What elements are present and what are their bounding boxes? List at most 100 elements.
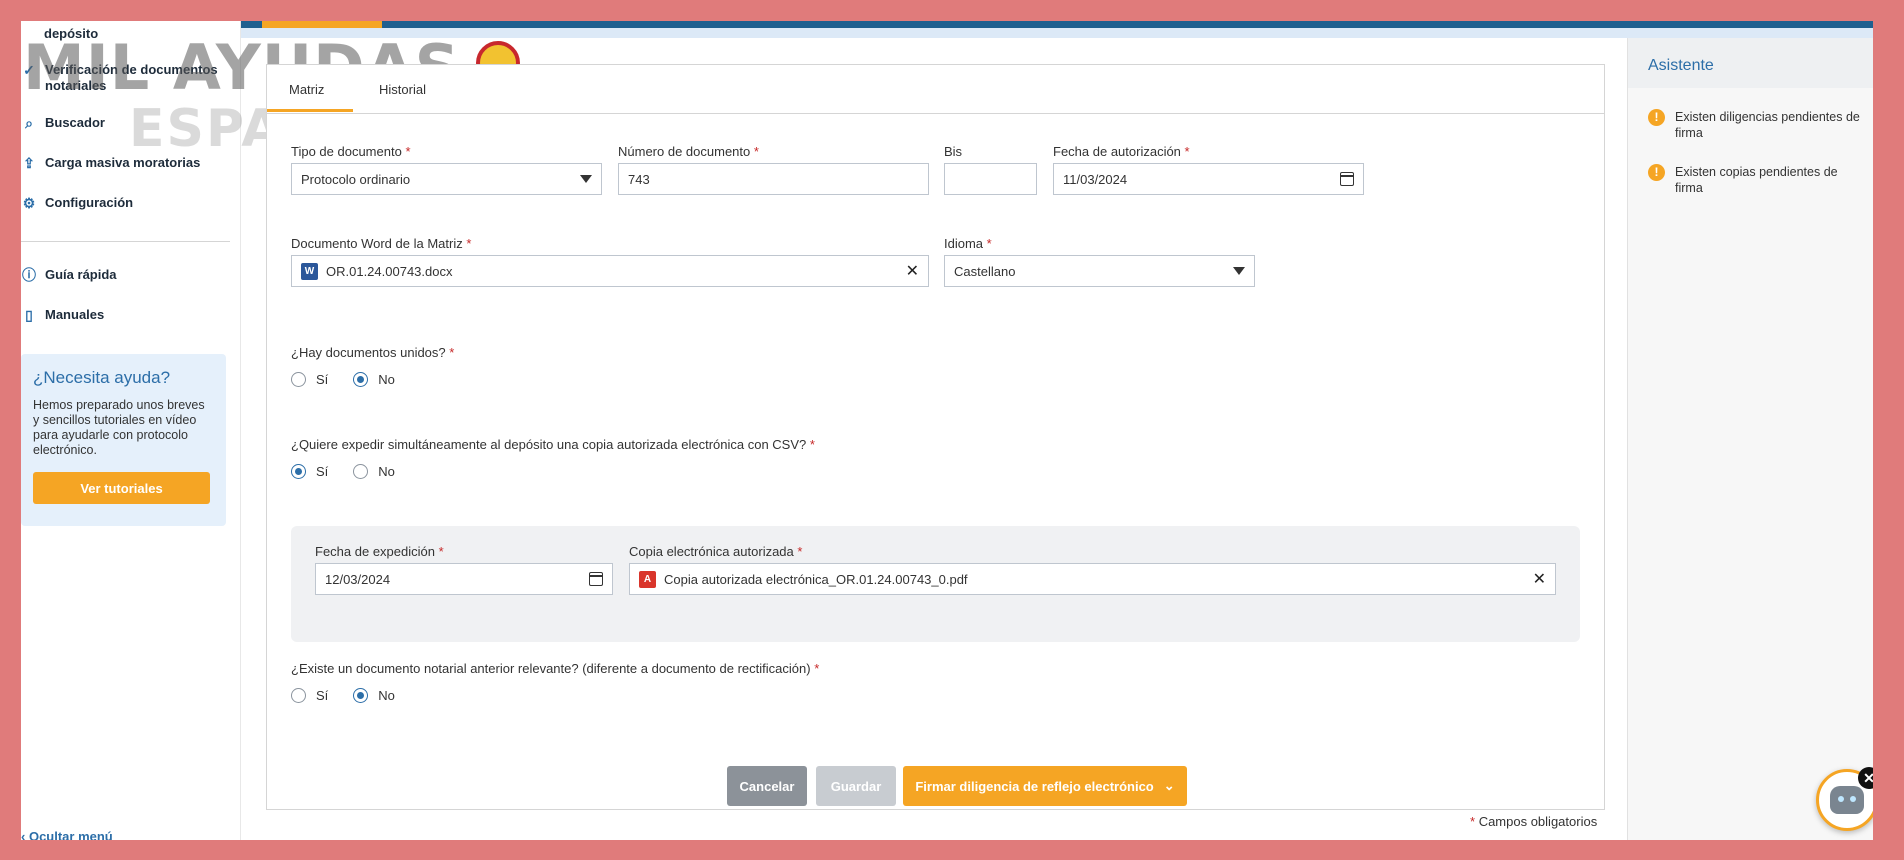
save-button[interactable]: Guardar (816, 766, 896, 806)
documento-anterior-radio-group: Sí No (291, 688, 420, 703)
bis-label: Bis (944, 144, 963, 159)
numero-documento-label: Número de documento * (618, 144, 759, 159)
robot-icon (1830, 786, 1864, 814)
close-icon[interactable]: ✕ (1533, 569, 1546, 589)
required-mark: * (814, 661, 820, 676)
radio-button[interactable] (291, 464, 306, 479)
copia-csv-label: ¿Quiere expedir simultáneamente al depós… (291, 437, 815, 452)
sidebar-item-verificacion[interactable]: ✓ Verificación de documentos notariales (21, 62, 225, 94)
label-text: Número de documento (618, 144, 751, 159)
required-fields-note: * Campos obligatorios (1470, 814, 1597, 829)
sidebar-item-guia-rapida[interactable]: ⓘ Guía rápida (21, 267, 117, 283)
radio-option-no[interactable]: No (353, 372, 395, 387)
help-text: Hemos preparado unos breves y sencillos … (33, 398, 205, 457)
top-nav-active-indicator (262, 21, 382, 28)
copia-csv-radio-group: Sí No (291, 464, 420, 479)
search-icon: ⌕ (25, 115, 33, 131)
radio-option-si[interactable]: Sí (291, 372, 328, 387)
radio-option-si[interactable]: Sí (291, 464, 328, 479)
radio-button[interactable] (353, 464, 369, 479)
tab-historial[interactable]: Historial (379, 82, 426, 97)
caret-down-icon (580, 175, 592, 183)
sidebar: depósito ✓ Verificación de documentos no… (21, 21, 241, 840)
sidebar-item-configuracion[interactable]: ⚙ Configuración (21, 195, 133, 211)
cancel-button[interactable]: Cancelar (727, 766, 807, 806)
sidebar-item-label: Configuración (45, 195, 134, 210)
radio-option-no[interactable]: No (353, 688, 395, 703)
radio-button[interactable] (353, 688, 369, 703)
required-mark: * (809, 437, 815, 452)
label-text: ¿Existe un documento notarial anterior r… (291, 661, 811, 676)
radio-label: Sí (316, 688, 329, 703)
app-window: depósito ✓ Verificación de documentos no… (21, 21, 1873, 840)
calendar-icon[interactable] (589, 572, 603, 586)
active-tab-indicator (267, 109, 353, 112)
documento-word-file[interactable]: W OR.01.24.00743.docx ✕ (291, 255, 929, 287)
required-mark: * (405, 144, 411, 159)
radio-button[interactable] (291, 688, 306, 703)
warning-icon: ! (1648, 109, 1665, 126)
required-mark: * (797, 544, 803, 559)
label-text: Fecha de expedición (315, 544, 435, 559)
upload-icon: ⇪ (23, 155, 35, 171)
radio-label: No (378, 372, 395, 387)
fecha-autorizacion-input[interactable]: 11/03/2024 (1053, 163, 1364, 195)
documento-word-label: Documento Word de la Matriz * (291, 236, 471, 251)
assistant-warning[interactable]: ! Existen copias pendientes de firma (1648, 164, 1863, 196)
assistant-warning[interactable]: ! Existen diligencias pendientes de firm… (1648, 109, 1863, 141)
tipo-documento-label: Tipo de documento * (291, 144, 411, 159)
numero-documento-input[interactable]: 743 (618, 163, 929, 195)
hide-menu-link[interactable]: ‹ Ocultar menú (21, 829, 113, 840)
required-mark: * (986, 236, 992, 251)
close-icon[interactable]: ✕ (906, 261, 919, 281)
tab-matriz[interactable]: Matriz (289, 82, 324, 97)
sign-button[interactable]: Firmar diligencia de reflejo electrónico… (903, 766, 1187, 806)
radio-label: Sí (316, 372, 329, 387)
sidebar-item-deposito[interactable]: depósito (44, 26, 98, 41)
tipo-documento-select[interactable]: Protocolo ordinario (291, 163, 602, 195)
warning-text: Existen copias pendientes de firma (1675, 165, 1838, 195)
fecha-expedicion-input[interactable]: 12/03/2024 (315, 563, 613, 595)
file-name: Copia autorizada electrónica_OR.01.24.00… (664, 571, 968, 587)
required-mark: * (449, 345, 455, 360)
help-card: ¿Necesita ayuda? Hemos preparado unos br… (21, 354, 226, 526)
main-panel: Matriz Historial Tipo de documento * Pro… (266, 64, 1605, 810)
bis-input[interactable] (944, 163, 1037, 195)
word-file-icon: W (301, 262, 318, 280)
sidebar-item-carga-masiva[interactable]: ⇪ Carga masiva moratorias (21, 155, 200, 171)
chevron-down-icon: ⌄ (1163, 778, 1175, 793)
input-value: 11/03/2024 (1063, 171, 1128, 187)
caret-down-icon (1233, 267, 1245, 275)
radio-option-si[interactable]: Sí (291, 688, 328, 703)
label-text: Copia electrónica autorizada (629, 544, 794, 559)
documento-anterior-label: ¿Existe un documento notarial anterior r… (291, 661, 819, 676)
idioma-select[interactable]: Castellano (944, 255, 1255, 287)
radio-label: No (378, 688, 395, 703)
required-mark: * (466, 236, 472, 251)
sidebar-item-label: Buscador (45, 115, 105, 130)
radio-button[interactable] (291, 372, 306, 387)
documentos-unidos-label: ¿Hay documentos unidos? * (291, 345, 454, 360)
select-value: Castellano (954, 263, 1016, 279)
idioma-label: Idioma * (944, 236, 992, 251)
radio-label: Sí (316, 464, 329, 479)
label-text: Idioma (944, 236, 984, 251)
fecha-expedicion-label: Fecha de expedición * (315, 544, 444, 559)
gear-icon: ⚙ (22, 195, 36, 211)
help-title: ¿Necesita ayuda? (33, 368, 171, 387)
sidebar-item-manuales[interactable]: ▯ Manuales (21, 307, 104, 323)
calendar-icon[interactable] (1340, 172, 1354, 186)
tutorials-button[interactable]: Ver tutoriales (33, 472, 210, 504)
sign-button-label: Firmar diligencia de reflejo electrónico (915, 778, 1154, 794)
documentos-unidos-radio-group: Sí No (291, 372, 420, 387)
warning-text: Existen diligencias pendientes de firma (1675, 110, 1860, 140)
copia-electronica-file[interactable]: A Copia autorizada electrónica_OR.01.24.… (629, 563, 1556, 595)
required-mark: * (438, 544, 444, 559)
input-value: 743 (628, 171, 650, 187)
radio-option-no[interactable]: No (353, 464, 395, 479)
close-icon[interactable]: ✕ (1858, 767, 1873, 789)
sidebar-item-buscador[interactable]: ⌕ Buscador (21, 115, 105, 131)
label-text: Documento Word de la Matriz (291, 236, 463, 251)
radio-button[interactable] (353, 372, 369, 387)
tab-bar: Matriz Historial (267, 65, 1604, 114)
